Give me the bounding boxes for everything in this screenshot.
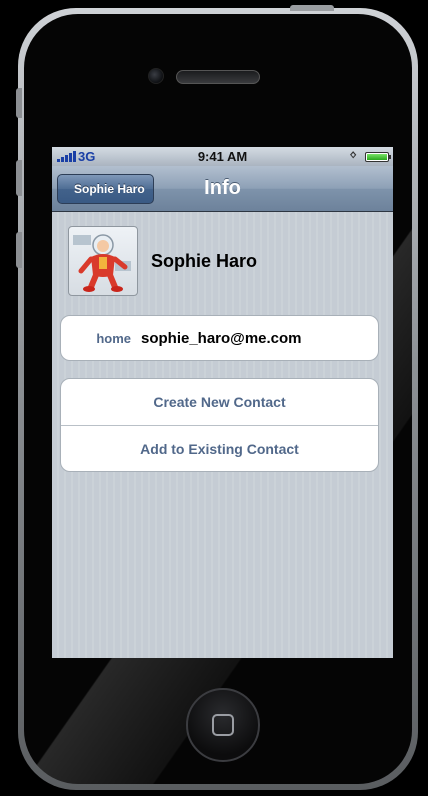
battery-icon <box>365 152 391 162</box>
volume-down-button[interactable] <box>16 232 22 268</box>
contact-header: Sophie Haro <box>52 212 393 312</box>
front-camera <box>148 68 164 84</box>
email-value: sophie_haro@me.com <box>141 329 302 347</box>
email-row[interactable]: home sophie_haro@me.com <box>61 316 378 360</box>
sleep-wake-button[interactable] <box>290 5 334 11</box>
status-bar: 3G 9:41 AM ᛜ <box>52 147 393 166</box>
email-label: home <box>96 330 131 346</box>
email-group: home sophie_haro@me.com <box>60 315 379 361</box>
screen: 3G 9:41 AM ᛜ Sophie Haro Info Sophie Har… <box>52 147 393 658</box>
ring-silent-switch[interactable] <box>16 88 22 118</box>
home-button[interactable] <box>186 688 260 762</box>
astronaut-avatar-icon <box>73 234 131 292</box>
create-new-contact-button[interactable]: Create New Contact <box>61 379 378 425</box>
page-title: Info <box>204 177 241 199</box>
contact-name: Sophie Haro <box>151 251 258 271</box>
volume-up-button[interactable] <box>16 160 22 196</box>
earpiece-speaker <box>176 70 260 84</box>
actions-group: Create New Contact Add to Existing Conta… <box>60 378 379 472</box>
navigation-bar: Sophie Haro Info <box>52 166 393 212</box>
home-square-icon <box>212 714 234 736</box>
battery-fill <box>367 154 387 160</box>
bluetooth-icon: ᛜ <box>349 148 357 163</box>
contact-avatar[interactable] <box>68 226 138 296</box>
add-to-existing-contact-button[interactable]: Add to Existing Contact <box>61 425 378 471</box>
status-time: 9:41 AM <box>197 149 248 164</box>
